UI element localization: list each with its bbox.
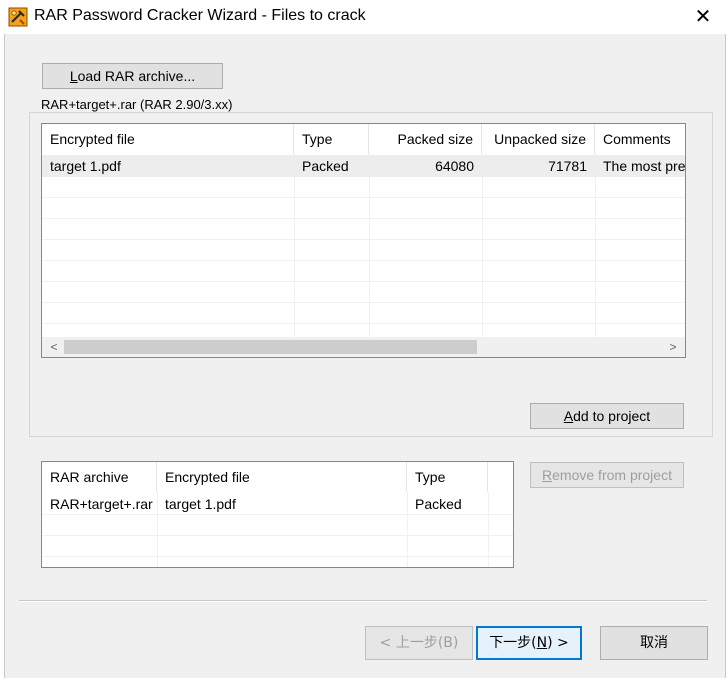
next-accel: N — [536, 635, 548, 651]
next-label-pre: 下一步( — [489, 635, 537, 651]
remove-accel: R — [542, 467, 553, 483]
horizontal-scrollbar[interactable]: < > — [42, 337, 685, 357]
table-row[interactable]: target 1.pdf Packed 64080 71781 The most… — [42, 155, 685, 177]
cell-encrypted-file: target 1.pdf — [165, 496, 236, 512]
column-rar-archive[interactable]: RAR archive — [42, 462, 157, 492]
grid-line — [42, 535, 513, 536]
grid-line — [42, 556, 513, 557]
remove-label: emove from project — [552, 467, 672, 483]
grid-line — [482, 154, 483, 337]
files-list-header: Encrypted file Type Packed size Unpacked… — [42, 124, 685, 154]
cell-packed-size: 64080 — [435, 158, 474, 174]
grid-line — [42, 302, 685, 303]
tool-key-icon — [8, 7, 28, 27]
grid-line — [595, 154, 596, 337]
remove-from-project-button[interactable]: Remove from project — [530, 462, 684, 488]
grid-line — [42, 323, 685, 324]
table-row[interactable]: RAR+target+.rar target 1.pdf Packed — [42, 493, 513, 515]
window-title: RAR Password Cracker Wizard - Files to c… — [34, 7, 366, 24]
scrollbar-thumb[interactable] — [64, 340, 477, 354]
add-accel: A — [563, 408, 574, 424]
back-button[interactable]: < 上一步(B) — [365, 626, 473, 660]
column-packed-size[interactable]: Packed size — [369, 124, 482, 154]
add-label: dd to project — [573, 408, 651, 424]
column-type[interactable]: Type — [294, 124, 369, 154]
next-button[interactable]: 下一步(N) > — [476, 626, 582, 660]
project-list-header: RAR archive Encrypted file Type — [42, 462, 513, 492]
grid-line — [369, 154, 370, 337]
cell-comments: The most pref — [603, 158, 685, 174]
column-encrypted-file[interactable]: Encrypted file — [157, 462, 407, 492]
column-type[interactable]: Type — [407, 462, 488, 492]
archive-group-label: RAR+target+.rar (RAR 2.90/3.xx) — [39, 97, 235, 112]
cell-rar-archive: RAR+target+.rar — [50, 496, 153, 512]
project-files-list[interactable]: RAR archive Encrypted file Type RAR+targ… — [41, 461, 514, 568]
load-rar-archive-button[interactable]: Load RAR archive... — [42, 63, 223, 89]
load-accel: L — [69, 68, 78, 84]
grid-line — [42, 239, 685, 240]
footer-separator — [19, 600, 707, 602]
cell-type: Packed — [302, 158, 349, 174]
encrypted-files-list[interactable]: Encrypted file Type Packed size Unpacked… — [41, 123, 686, 358]
column-encrypted-file[interactable]: Encrypted file — [42, 124, 294, 154]
grid-line — [294, 154, 295, 337]
load-label: oad RAR archive... — [77, 68, 196, 84]
column-unpacked-size[interactable]: Unpacked size — [482, 124, 595, 154]
grid-line — [42, 281, 685, 282]
grid-line — [42, 260, 685, 261]
cell-unpacked-size: 71781 — [548, 158, 587, 174]
column-comments[interactable]: Comments — [595, 124, 685, 154]
grid-line — [42, 197, 685, 198]
scroll-right-icon[interactable]: > — [663, 337, 683, 357]
cell-type: Packed — [415, 496, 462, 512]
close-icon[interactable]: ✕ — [686, 4, 720, 30]
grid-line — [42, 218, 685, 219]
next-label-post: ) > — [547, 635, 569, 651]
cell-encrypted-file: target 1.pdf — [50, 158, 121, 174]
add-to-project-button[interactable]: Add to project — [530, 403, 684, 429]
scroll-left-icon[interactable]: < — [44, 337, 64, 357]
cancel-button[interactable]: 取消 — [600, 626, 708, 660]
